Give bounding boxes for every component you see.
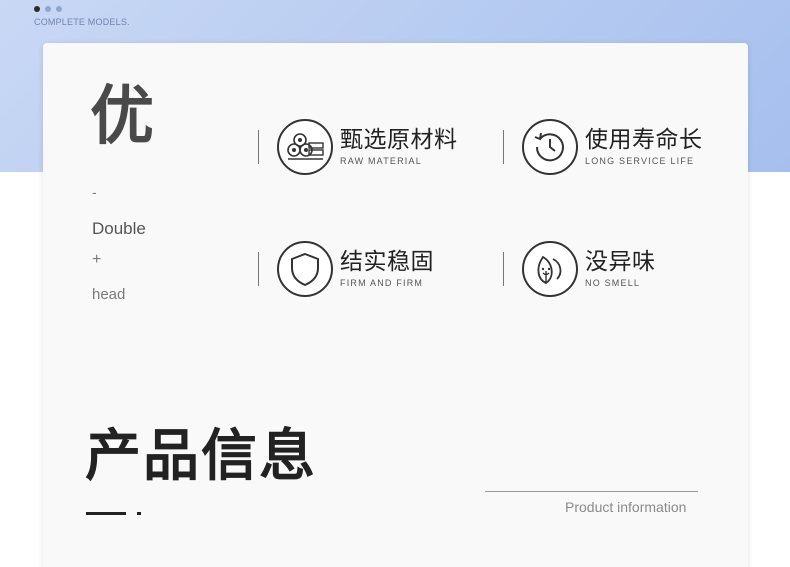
feature-title: 没异味	[585, 249, 656, 276]
feature-subtitle: RAW MATERIAL	[340, 155, 422, 166]
feature-no-smell: 没异味 NO SMELL	[503, 241, 656, 297]
shield-icon	[277, 241, 333, 297]
feature-subtitle: FIRM AND FIRM	[340, 277, 424, 288]
feature-title: 甄选原材料	[340, 127, 458, 154]
feature-title: 使用寿命长	[585, 127, 703, 154]
carousel-dot[interactable]	[56, 6, 62, 12]
feature-long-service-life: 使用寿命长 LONG SERVICE LIFE	[503, 119, 703, 175]
side-text-head: head	[92, 286, 126, 303]
feature-subtitle: LONG SERVICE LIFE	[585, 155, 695, 166]
product-info-subtitle: Product information	[565, 499, 687, 515]
title-underline-dot	[137, 512, 141, 515]
side-text-plus: +	[92, 251, 102, 268]
raw-material-icon	[277, 119, 333, 175]
header-caption: COMPLETE MODELS.	[34, 17, 130, 27]
feature-raw-material: 甄选原材料 RAW MATERIAL	[258, 119, 458, 175]
feature-divider	[258, 252, 259, 286]
title-underline	[86, 512, 126, 515]
feature-divider	[258, 130, 259, 164]
carousel-dot[interactable]	[45, 6, 51, 12]
feature-divider	[503, 252, 504, 286]
leaf-icon	[522, 241, 578, 297]
side-text-double: Double	[92, 219, 146, 238]
carousel-dots	[34, 6, 62, 12]
product-info-title: 产品信息	[85, 424, 317, 489]
feature-firm: 结实稳固 FIRM AND FIRM	[258, 241, 434, 297]
clock-history-icon	[522, 119, 578, 175]
carousel-dot-active[interactable]	[34, 6, 40, 12]
side-text-dash: -	[92, 184, 97, 200]
section-divider	[485, 491, 698, 492]
advantage-title: 优	[90, 80, 154, 154]
feature-divider	[503, 130, 504, 164]
feature-title: 结实稳固	[340, 249, 434, 276]
feature-subtitle: NO SMELL	[585, 277, 641, 288]
